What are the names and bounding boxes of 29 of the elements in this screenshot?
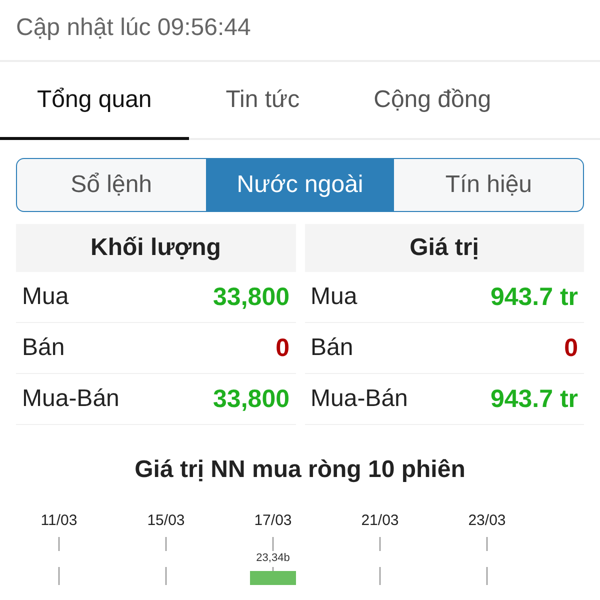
row-label: Bán	[22, 334, 65, 362]
axis-label: 11/03	[40, 512, 78, 529]
row-value: 0	[276, 334, 290, 362]
tab[interactable]: Tin tức	[188, 62, 337, 140]
row-value: 33,800	[213, 384, 290, 414]
axis-label: 17/03	[254, 512, 292, 529]
row-value: 943.7 tr	[490, 384, 578, 414]
table-header: Khối lượng	[16, 224, 296, 272]
tab[interactable]: Tổng quan	[0, 62, 189, 140]
row-label: Mua-Bán	[310, 385, 408, 413]
row-label: Mua-Bán	[22, 385, 120, 413]
row-label: Mua	[22, 283, 69, 311]
row-label: Mua	[310, 283, 358, 311]
row-value: 0	[564, 334, 578, 362]
segment-option[interactable]: Tín hiệu	[394, 159, 583, 211]
bar-value-label: 23,34b	[256, 552, 290, 564]
bar	[250, 571, 296, 585]
tab[interactable]: Cộng đồng	[336, 62, 528, 140]
axis-label: 15/03	[147, 512, 185, 529]
table-header: Giá trị	[304, 224, 584, 272]
segment-option[interactable]: Nước ngoài	[206, 159, 394, 211]
axis-label: 23/03	[468, 512, 506, 529]
update-time: Cập nhật lúc 09:56:44	[16, 14, 251, 41]
row-value: 33,800	[213, 282, 290, 312]
segment-option[interactable]: Sổ lệnh	[17, 159, 206, 211]
row-label: Bán	[310, 334, 354, 362]
row-value: 943.7 tr	[490, 282, 578, 312]
chart-title: Giá trị NN mua ròng 10 phiên	[134, 455, 466, 485]
axis-label: 21/03	[361, 512, 399, 529]
